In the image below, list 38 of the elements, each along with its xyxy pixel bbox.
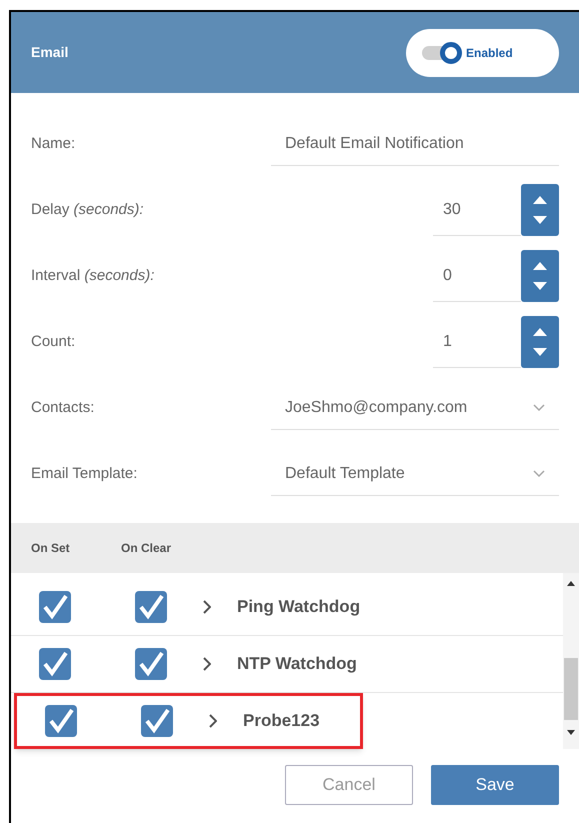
decrement-icon[interactable] — [533, 216, 547, 224]
item-name: NTP Watchdog — [237, 653, 357, 676]
field-label: Count: — [31, 332, 76, 352]
decrement-icon[interactable] — [533, 348, 547, 356]
scroll-thumb[interactable] — [564, 658, 578, 720]
field-label: Delay (seconds): — [31, 200, 144, 220]
dropdown-field[interactable]: Default Template — [271, 452, 559, 496]
increment-icon[interactable] — [533, 328, 547, 336]
item-name: Ping Watchdog — [237, 596, 360, 618]
increment-icon[interactable] — [533, 196, 547, 204]
header-title: Email — [31, 43, 68, 62]
field-label: Email Template: — [31, 464, 138, 484]
increment-icon[interactable] — [533, 262, 547, 270]
chevron-down-icon — [533, 470, 545, 477]
decrement-icon[interactable] — [533, 282, 547, 290]
dropdown-field[interactable]: JoeShmo@company.com — [271, 386, 559, 430]
checkbox[interactable] — [39, 591, 71, 623]
scroll-down-icon[interactable] — [567, 730, 575, 735]
field-label: Interval (seconds): — [31, 266, 154, 286]
column-header: On Set — [31, 540, 71, 557]
name-field[interactable]: Default Email Notification — [271, 122, 559, 166]
scroll-up-icon[interactable] — [567, 581, 575, 586]
checkbox[interactable] — [45, 705, 77, 737]
scrollbar[interactable] — [563, 573, 579, 749]
checkbox[interactable] — [135, 648, 167, 680]
chevron-down-icon — [533, 404, 545, 411]
checkbox[interactable] — [39, 648, 71, 680]
expand-icon[interactable] — [203, 600, 211, 614]
expand-icon[interactable] — [209, 714, 217, 728]
checkbox[interactable] — [141, 705, 173, 737]
save-button[interactable]: Save — [431, 765, 559, 805]
column-header: On Clear — [121, 540, 172, 557]
field-label: Name: — [31, 134, 76, 154]
field-label: Contacts: — [31, 398, 94, 418]
item-name: Probe123 — [243, 710, 320, 732]
enabled-toggle[interactable]: Enabled — [406, 28, 559, 76]
expand-icon[interactable] — [203, 657, 211, 671]
checkbox[interactable] — [135, 591, 167, 623]
